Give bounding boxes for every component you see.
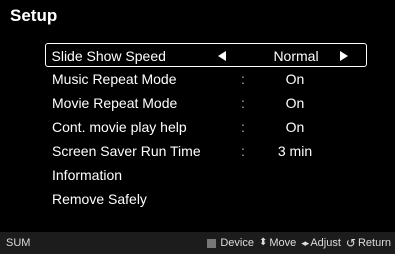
page-title: Setup [10, 6, 58, 25]
left-arrow-icon[interactable] [218, 51, 226, 61]
menu-item-information[interactable]: Information [45, 163, 367, 187]
hint-move: ⬍ Move [259, 232, 296, 254]
menu-item-label: Slide Show Speed [51, 48, 166, 64]
hint-adjust: ◂▸ Adjust [301, 232, 341, 254]
menu-item-value: On [285, 95, 305, 111]
right-arrow-icon[interactable] [340, 51, 348, 61]
menu-item-value: On [285, 119, 305, 135]
menu-item-label: Music Repeat Mode [52, 71, 177, 87]
menu-item-cont-movie-play-help[interactable]: Cont. movie play help : On [45, 115, 367, 139]
menu-item-value: Normal [273, 48, 319, 64]
footer-bar: SUM Device ⬍ Move ◂▸ Adjust ↺ Return [0, 232, 395, 254]
menu-item-label: Movie Repeat Mode [52, 95, 178, 111]
menu-item-label: Cont. movie play help [52, 119, 187, 135]
source-label: SUM [6, 237, 31, 249]
return-icon: ↺ [345, 236, 356, 250]
menu-item-separator: : [241, 119, 245, 135]
menu-item-slide-show-speed[interactable]: Slide Show Speed Normal [45, 43, 367, 67]
menu-item-label: Remove Safely [52, 191, 147, 207]
menu-item-label: Screen Saver Run Time [52, 143, 201, 159]
menu-item-separator: : [241, 95, 245, 111]
updown-arrow-icon: ⬍ [258, 237, 268, 248]
hint-return: ↺ Return [346, 232, 391, 254]
menu-item-screen-saver-run-time[interactable]: Screen Saver Run Time : 3 min [45, 139, 367, 163]
button-hints: Device ⬍ Move ◂▸ Adjust ↺ Return [207, 232, 391, 254]
menu-item-music-repeat-mode[interactable]: Music Repeat Mode : On [45, 67, 367, 91]
setup-menu: Slide Show Speed Normal Music Repeat Mod… [45, 43, 367, 211]
setup-screen: Setup Slide Show Speed Normal Music Repe… [0, 0, 395, 254]
menu-item-movie-repeat-mode[interactable]: Movie Repeat Mode : On [45, 91, 367, 115]
square-icon [207, 238, 217, 248]
menu-item-value: On [285, 71, 305, 87]
hint-label: Move [269, 237, 297, 249]
hint-device: Device [207, 232, 254, 254]
menu-item-separator: : [241, 71, 245, 87]
menu-item-separator: : [241, 143, 245, 159]
menu-item-remove-safely[interactable]: Remove Safely [45, 187, 367, 211]
hint-label: Device [220, 237, 254, 249]
menu-item-value: 3 min [277, 143, 313, 159]
hint-label: Return [357, 237, 391, 249]
menu-item-label: Information [52, 167, 123, 183]
leftright-arrow-icon: ◂▸ [301, 238, 309, 248]
hint-label: Adjust [310, 237, 341, 249]
